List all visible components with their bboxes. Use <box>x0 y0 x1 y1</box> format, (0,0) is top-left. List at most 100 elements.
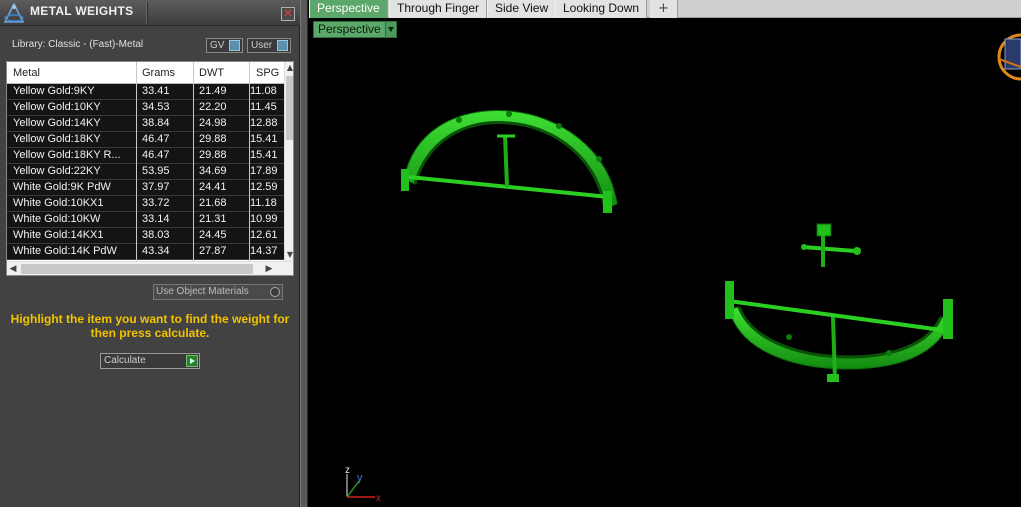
3d-scene[interactable]: z y x <box>309 19 1021 507</box>
close-button[interactable]: ✕ <box>281 7 295 21</box>
table-row[interactable]: White Gold:14KX1 38.03 24.45 12.61 <box>7 228 284 244</box>
instruction-text: Highlight the item you want to find the … <box>10 312 290 340</box>
header-grams[interactable]: Grams <box>142 67 175 79</box>
cell-metal: White Gold:9K PdW <box>13 181 111 193</box>
cell-spg: 15.41 <box>250 133 278 145</box>
cell-spg: 12.59 <box>250 181 278 193</box>
add-tab-icon[interactable]: + <box>650 0 678 18</box>
use-object-materials-label: Use Object Materials <box>156 286 249 297</box>
scroll-right-icon[interactable]: ▶ <box>263 262 275 275</box>
scroll-left-icon[interactable]: ◀ <box>7 262 19 275</box>
cell-spg: 14.37 <box>250 245 278 257</box>
table-header: Metal Grams DWT SPG <box>7 62 284 84</box>
table-row[interactable]: Yellow Gold:10KY 34.53 22.20 11.45 <box>7 100 284 116</box>
tab-side-view[interactable]: Side View <box>487 0 557 18</box>
cell-dwt: 27.87 <box>199 245 227 257</box>
cell-grams: 46.47 <box>142 133 170 145</box>
tab-perspective[interactable]: Perspective <box>309 0 388 18</box>
cell-metal: Yellow Gold:22KY <box>13 165 101 177</box>
cell-dwt: 29.88 <box>199 133 227 145</box>
header-metal[interactable]: Metal <box>13 67 40 79</box>
cell-dwt: 21.49 <box>199 85 227 97</box>
table-row[interactable]: White Gold:10KX1 33.72 21.68 11.18 <box>7 196 284 212</box>
tab-through-finger[interactable]: Through Finger <box>389 0 488 18</box>
cell-grams: 46.47 <box>142 149 170 161</box>
view-tab-bar: Perspective Through Finger Side View Loo… <box>309 0 1021 18</box>
cell-grams: 38.03 <box>142 229 170 241</box>
tab-looking-down[interactable]: Looking Down <box>555 0 648 18</box>
play-icon[interactable] <box>186 355 198 367</box>
metal-weights-table: Metal Grams DWT SPG Yellow Gold:9KY 33.41… <box>6 61 294 276</box>
gv-toggle-label: GV <box>210 40 225 51</box>
table-row[interactable]: White Gold:10KW 33.14 21.31 10.99 <box>7 212 284 228</box>
view-mode-dropdown[interactable]: Perspective <box>313 21 397 38</box>
panel-splitter[interactable] <box>300 0 308 507</box>
cell-metal: Yellow Gold:9KY <box>13 85 95 97</box>
cell-dwt: 29.88 <box>199 149 227 161</box>
scroll-down-icon[interactable]: ▼ <box>285 249 293 261</box>
axis-label-x: x <box>376 493 381 504</box>
header-dwt[interactable]: DWT <box>199 67 224 79</box>
panel-titlebar: METAL WEIGHTS ✕ <box>0 0 300 26</box>
user-toggle-switch[interactable] <box>277 40 288 51</box>
cell-spg: 10.99 <box>250 213 278 225</box>
gv-toggle[interactable]: GV <box>206 38 243 53</box>
user-toggle[interactable]: User <box>247 38 291 53</box>
table-body: Yellow Gold:9KY 33.41 21.49 11.08 Yellow Gol… <box>7 84 284 260</box>
table-row[interactable]: Yellow Gold:22KY 53.95 34.69 17.89 <box>7 164 284 180</box>
cell-grams: 38.84 <box>142 117 170 129</box>
connector-part-model[interactable] <box>801 223 861 267</box>
table-row[interactable]: Yellow Gold:18KY 46.47 29.88 15.41 <box>7 132 284 148</box>
cell-spg: 15.41 <box>250 149 278 161</box>
horizontal-scrollbar[interactable]: ◀ ▶ <box>7 261 293 275</box>
cell-metal: White Gold:10KX1 <box>13 197 104 209</box>
table-row[interactable]: Yellow Gold:14KY 38.84 24.98 12.88 <box>7 116 284 132</box>
cell-metal: Yellow Gold:18KY R... <box>13 149 121 161</box>
ring-shank-lower-model[interactable] <box>725 281 953 382</box>
table-row[interactable]: White Gold:9K PdW 37.97 24.41 12.59 <box>7 180 284 196</box>
cell-dwt: 22.20 <box>199 101 227 113</box>
table-row[interactable]: Yellow Gold:18KY R... 46.47 29.88 15.41 <box>7 148 284 164</box>
chevron-down-icon[interactable] <box>385 22 396 37</box>
view-cube-icon[interactable] <box>997 33 1021 81</box>
view-mode-label: Perspective <box>318 22 381 36</box>
cell-dwt: 24.45 <box>199 229 227 241</box>
cell-spg: 11.45 <box>250 101 277 113</box>
vertical-scroll-thumb[interactable] <box>286 76 293 140</box>
library-label: Library: Classic - (Fast)-Metal <box>12 39 144 50</box>
use-object-materials-option[interactable]: Use Object Materials <box>153 284 283 300</box>
table-row[interactable]: White Gold:14K PdW 43.34 27.87 14.37 <box>7 244 284 260</box>
cell-dwt: 24.41 <box>199 181 227 193</box>
metal-weights-panel: METAL WEIGHTS ✕ Library: Classic - (Fast… <box>0 0 300 507</box>
cell-grams: 43.34 <box>142 245 170 257</box>
cell-metal: White Gold:10KW <box>13 213 101 225</box>
user-toggle-label: User <box>251 40 273 51</box>
column-divider[interactable] <box>249 62 250 261</box>
calculate-label: Calculate <box>104 355 146 366</box>
column-divider[interactable] <box>136 62 137 261</box>
app-logo-icon <box>3 2 25 23</box>
3d-viewport[interactable]: z y x Perspective <box>309 19 1021 507</box>
cell-grams: 33.72 <box>142 197 170 209</box>
cell-metal: White Gold:14K PdW <box>13 245 117 257</box>
header-spg[interactable]: SPG <box>256 67 279 79</box>
cell-spg: 17.89 <box>250 165 278 177</box>
cell-spg: 11.18 <box>250 197 277 209</box>
horizontal-scroll-thumb[interactable] <box>21 264 253 274</box>
cell-grams: 37.97 <box>142 181 170 193</box>
axis-triad-icon: z y x <box>345 465 381 504</box>
column-divider[interactable] <box>193 62 194 261</box>
cell-metal: White Gold:14KX1 <box>13 229 104 241</box>
cell-dwt: 24.98 <box>199 117 227 129</box>
cell-spg: 12.61 <box>250 229 278 241</box>
calculate-button[interactable]: Calculate <box>100 353 200 369</box>
gv-toggle-switch[interactable] <box>229 40 240 51</box>
radio-icon[interactable] <box>270 287 280 297</box>
axis-label-z: z <box>345 465 350 476</box>
ring-shank-upper-model[interactable] <box>401 110 618 213</box>
table-row[interactable]: Yellow Gold:9KY 33.41 21.49 11.08 <box>7 84 284 100</box>
scroll-up-icon[interactable]: ▲ <box>285 62 293 74</box>
vertical-scrollbar[interactable]: ▲ ▼ <box>284 62 293 261</box>
axis-label-y: y <box>357 472 363 484</box>
cell-spg: 12.88 <box>250 117 278 129</box>
